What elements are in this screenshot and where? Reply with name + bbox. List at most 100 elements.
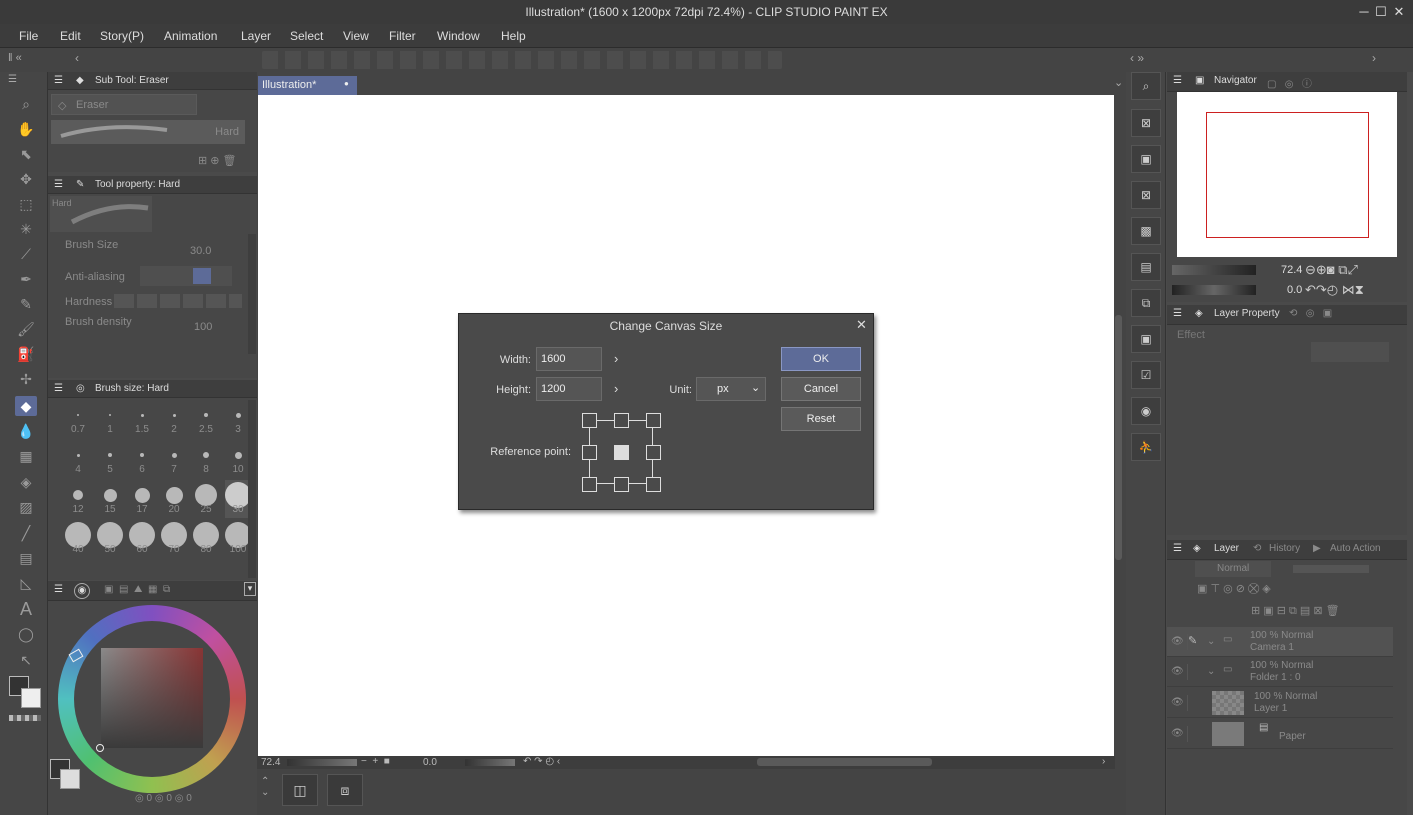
brush-size-dot[interactable] [140, 413, 144, 417]
height-input[interactable]: 1200 [536, 377, 602, 401]
color-sub-swatch[interactable] [60, 769, 80, 789]
ruler-icon[interactable]: ◺ [15, 573, 37, 593]
eyedropper-icon[interactable]: ⟋ [15, 244, 37, 264]
brush-size-dot[interactable] [76, 453, 80, 457]
ref-middle-right[interactable] [646, 445, 661, 460]
menu-icon[interactable]: ☰ [1173, 308, 1182, 319]
brush-size-dot[interactable] [109, 414, 111, 416]
eraser-icon[interactable]: ◆ [15, 396, 37, 416]
fill-icon[interactable]: ▦ [15, 446, 37, 466]
ok-button[interactable]: OK [781, 347, 861, 371]
frame-icon[interactable]: ▤ [15, 548, 37, 568]
navigator-zoom-icons[interactable]: ⊖⊕◙ ⧉⤢ [1305, 262, 1358, 278]
tab-list-chevron-icon[interactable]: ⌄ [1114, 76, 1123, 89]
color-wheel-tab-icon[interactable]: ◉ [74, 583, 90, 599]
brush-size-dot[interactable] [77, 414, 79, 416]
brush-size-dot[interactable] [103, 488, 117, 502]
minimize-button[interactable]: ─ [1356, 4, 1372, 20]
menu-help[interactable]: Help [501, 29, 526, 43]
menu-icon[interactable]: ☰ [1173, 543, 1182, 554]
panel-dropdown-icon[interactable]: ▾ [244, 582, 256, 596]
unit-select[interactable]: px ⌄ [696, 377, 766, 401]
width-input[interactable]: 1600 [536, 347, 602, 371]
chevron-down-icon[interactable]: ⌄ [1207, 666, 1215, 677]
close-window-button[interactable]: ✕ [1391, 4, 1407, 20]
menu-file[interactable]: File [19, 29, 38, 43]
layer-lock-cell[interactable] [1187, 726, 1201, 742]
layer-action-icons[interactable]: ⊞ ▣ ⊟ ⧉ ▤ ⊠ 🗑 [1251, 604, 1340, 618]
brush-size-dot[interactable] [171, 452, 177, 458]
opacity-slider[interactable] [1293, 565, 1369, 573]
ref-bottom-right[interactable] [646, 477, 661, 492]
brush-size-dot[interactable] [235, 412, 241, 418]
decoration-icon[interactable]: ✢ [15, 369, 37, 389]
menu-animation[interactable]: Animation [164, 29, 217, 43]
bucket-icon[interactable]: ◈ [15, 472, 37, 492]
pencil-icon[interactable]: ✎ [15, 294, 37, 314]
brush-size-value[interactable]: 30.0 [190, 245, 211, 257]
airbrush-icon[interactable]: ⛽ [15, 344, 37, 364]
reset-button[interactable]: Reset [781, 407, 861, 431]
vertical-scroll-thumb[interactable] [1115, 315, 1122, 560]
navigator-tab-icons[interactable]: ▢ ◎ ⓘ [1267, 75, 1312, 90]
material-icon-8[interactable]: ☑ [1131, 361, 1161, 389]
timeline-icon[interactable]: ◫ [282, 774, 318, 806]
gradient-icon[interactable]: ▨ [15, 497, 37, 517]
menu-icon[interactable]: ☰ [54, 75, 63, 86]
vertical-scrollbar[interactable] [1114, 95, 1124, 756]
navigator-rotate-icons[interactable]: ↶↷◴ ⋈⧗ [1305, 282, 1364, 298]
brush-size-dot[interactable] [203, 452, 209, 458]
sv-handle[interactable] [96, 744, 104, 752]
menu-window[interactable]: Window [437, 29, 480, 43]
material-icon-4[interactable]: ▩ [1131, 217, 1161, 245]
reference-point-grid[interactable] [581, 413, 661, 493]
brush-icon[interactable]: 🖌 [15, 319, 37, 339]
brush-size-scrollbar[interactable] [248, 400, 256, 578]
eye-icon[interactable]: 👁 [1171, 728, 1184, 739]
blend-icon[interactable]: 💧 [15, 421, 37, 441]
blend-mode-select[interactable]: Normal [1195, 561, 1271, 577]
layer-row[interactable]: 👁 100 % Normal Layer 1 [1167, 688, 1393, 718]
tab-history[interactable]: History [1269, 543, 1300, 554]
cancel-button[interactable]: Cancel [781, 377, 861, 401]
material-icon-1[interactable]: ⊠ [1131, 109, 1161, 137]
balloon-icon[interactable]: ◯ [15, 624, 37, 644]
menu-icon[interactable]: ☰ [54, 383, 63, 394]
ref-middle-left[interactable] [582, 445, 597, 460]
brush-size-dot[interactable] [165, 486, 183, 504]
ref-bottom-left[interactable] [582, 477, 597, 492]
navigator-zoom-value[interactable]: 72.4 [1281, 264, 1302, 276]
material-icon-10[interactable]: ⛹ [1131, 433, 1161, 461]
layer-toolbar-icons[interactable]: ▣ ⊤ ◎ ⊘ ⛒ ◈ [1197, 582, 1271, 596]
menu-select[interactable]: Select [290, 29, 323, 43]
tab-auto-action[interactable]: Auto Action [1330, 543, 1381, 554]
antialias-selected[interactable] [193, 268, 211, 284]
dialog-close-icon[interactable]: ✕ [856, 317, 867, 333]
color-tab-icons[interactable]: ▣ ▤ ⛰ ▦ ⧉ [104, 584, 170, 595]
navigator-angle-slider[interactable] [1172, 285, 1256, 295]
menu-icon[interactable]: ☰ [1173, 75, 1182, 86]
chevron-left-icon[interactable]: ‹ [75, 51, 79, 65]
material-icon-5[interactable]: ▤ [1131, 253, 1161, 281]
saturation-value-square[interactable] [101, 648, 203, 748]
subtool-group-tab[interactable]: ◇ Eraser [51, 94, 197, 115]
navigator-angle-value[interactable]: 0.0 [1287, 284, 1302, 296]
text-icon[interactable]: A [15, 599, 37, 619]
tab-layer[interactable]: Layer [1214, 543, 1239, 554]
eye-icon[interactable]: 👁 [1171, 697, 1184, 708]
canvas-tab[interactable]: Illustration* ● [258, 76, 357, 95]
subtool-actions-icons[interactable]: ⊞ ⊕ 🗑 [198, 154, 237, 167]
material-icon-7[interactable]: ▣ [1131, 325, 1161, 353]
search-icon[interactable]: ⌕ [1131, 72, 1161, 100]
correct-line-icon[interactable]: ↖ [15, 650, 37, 670]
canvas-zoom-value[interactable]: 72.4 [261, 757, 280, 768]
subtool-item-hard[interactable]: Hard [51, 120, 245, 144]
animation-cels-icon[interactable]: ⧈ [327, 774, 363, 806]
move-icon[interactable]: ✥ [15, 169, 37, 189]
expand-icons[interactable]: ⌃ ⌄ [261, 776, 269, 798]
tool-property-scrollbar[interactable] [248, 234, 256, 354]
ref-top-left[interactable] [582, 413, 597, 428]
brush-size-dot[interactable] [140, 453, 144, 457]
brush-density-value[interactable]: 100 [194, 321, 212, 333]
layer-row[interactable]: 👁 ▤ Paper [1167, 719, 1393, 749]
